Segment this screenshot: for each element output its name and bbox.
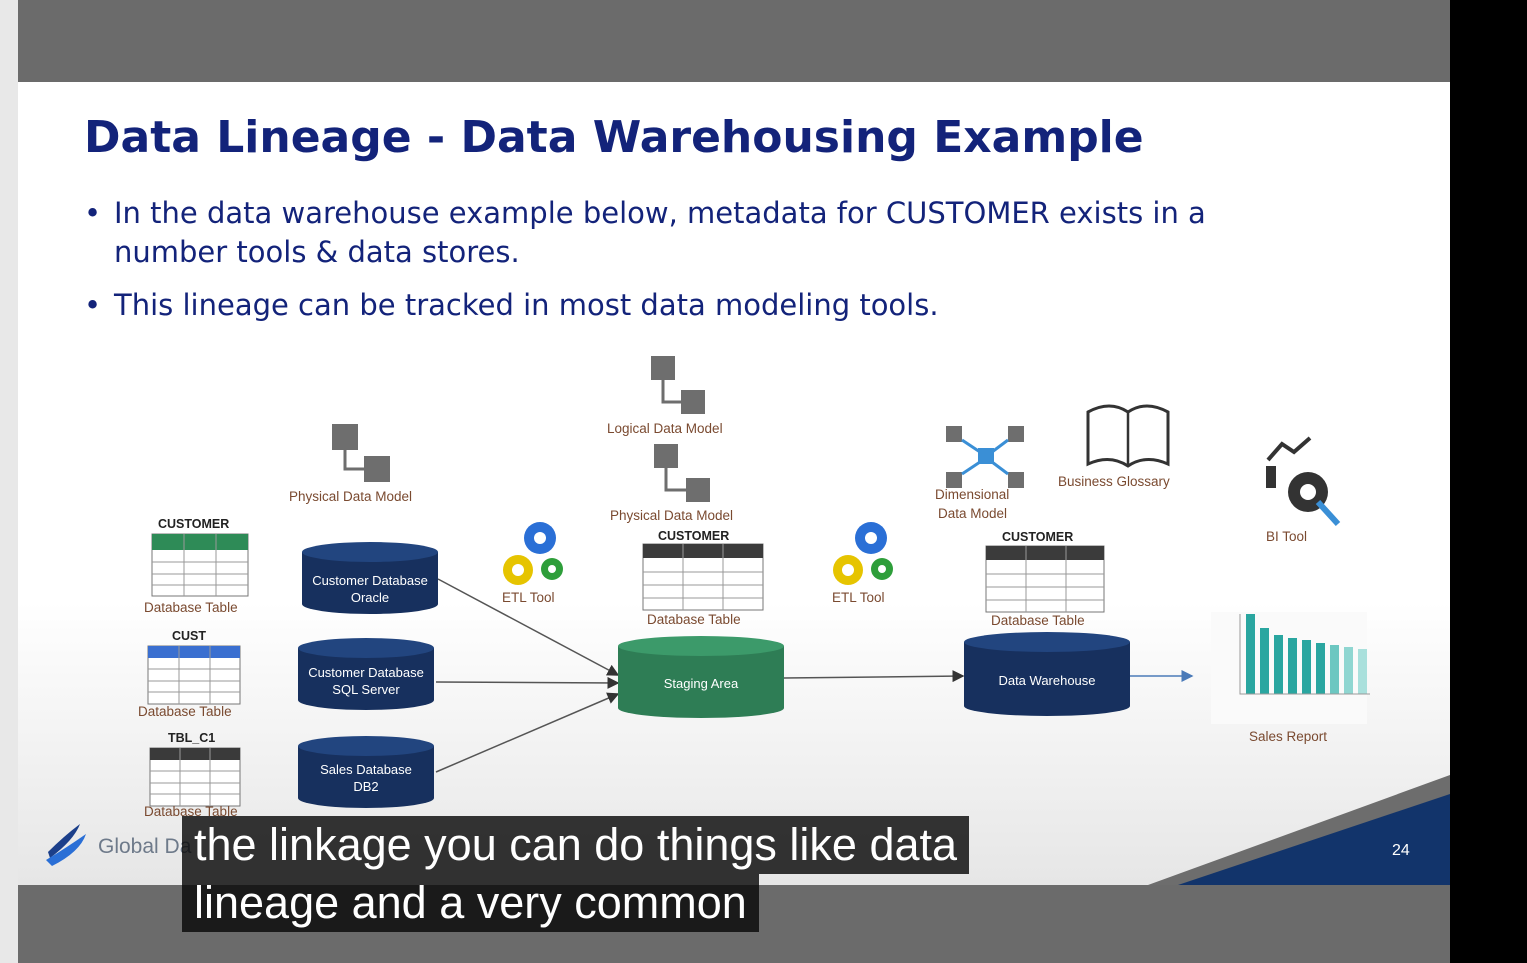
left-edge bbox=[0, 0, 18, 963]
data-warehouse-cylinder: Data Warehouse bbox=[964, 632, 1130, 716]
etl-tool-2: ETL Tool bbox=[832, 522, 893, 605]
video-frame: Data Lineage - Data Warehousing Example … bbox=[0, 0, 1527, 963]
database-name: Sales Database bbox=[320, 762, 412, 777]
table-name: CUSTOMER bbox=[1002, 530, 1073, 544]
table-name: CUST bbox=[172, 629, 206, 643]
global-logo-icon bbox=[46, 824, 86, 866]
staging-table-customer: CUSTOMER Database Table bbox=[642, 529, 764, 627]
glossary-caption: Business Glossary bbox=[1058, 474, 1170, 489]
staging-area-cylinder: Staging Area bbox=[618, 636, 784, 718]
report-bar bbox=[1302, 640, 1311, 694]
model-caption: Physical Data Model bbox=[289, 489, 412, 504]
report-bar bbox=[1246, 614, 1255, 694]
database-cylinder: Customer Database SQL Server bbox=[298, 638, 434, 710]
model-icon bbox=[651, 356, 675, 380]
source-table-tbl-c1: TBL_C1 Database Table bbox=[144, 731, 241, 819]
report-bar bbox=[1330, 645, 1339, 694]
database-cylinder: Sales Database DB2 bbox=[298, 736, 434, 808]
table-header bbox=[152, 534, 248, 550]
table-name: CUSTOMER bbox=[158, 517, 229, 531]
source-table-customer: CUSTOMER Database Table bbox=[144, 517, 249, 615]
report-bar bbox=[1316, 643, 1325, 694]
database-name: Customer Database bbox=[308, 665, 424, 680]
flow-arrow bbox=[435, 676, 620, 689]
etl-tool-1: ETL Tool bbox=[502, 522, 563, 605]
physical-data-model-left: Physical Data Model bbox=[289, 424, 412, 504]
database-name: Customer Database bbox=[312, 573, 428, 588]
physical-data-model-mid: Physical Data Model bbox=[610, 444, 733, 523]
table-header bbox=[643, 544, 763, 558]
database-engine: DB2 bbox=[353, 779, 378, 794]
bi-tool: BI Tool bbox=[1266, 436, 1341, 544]
flow-arrow bbox=[783, 670, 965, 683]
footer-brand: Global Da bbox=[98, 835, 192, 858]
staging-label: Staging Area bbox=[664, 676, 739, 691]
bi-tool-caption: BI Tool bbox=[1266, 529, 1307, 544]
database-engine: Oracle bbox=[351, 590, 389, 605]
model-caption: Data Model bbox=[938, 506, 1007, 521]
table-name: TBL_C1 bbox=[168, 731, 215, 745]
warehouse-table-customer: CUSTOMER Database Table bbox=[985, 530, 1105, 628]
report-bar bbox=[1260, 628, 1269, 694]
table-caption: Database Table bbox=[138, 704, 232, 719]
page-number: 24 bbox=[1392, 842, 1410, 859]
table-header bbox=[148, 646, 240, 658]
slide: Data Lineage - Data Warehousing Example … bbox=[18, 82, 1450, 885]
flow-arrow bbox=[435, 692, 620, 773]
database-cylinder: Customer Database Oracle bbox=[302, 542, 438, 614]
lineage-diagram: CUSTOMER Database Table CUST Database Ta… bbox=[138, 356, 1450, 885]
source-table-cust: CUST Database Table bbox=[138, 629, 241, 719]
model-caption: Dimensional bbox=[935, 487, 1009, 502]
top-letterbox bbox=[18, 0, 1450, 82]
table-name: CUSTOMER bbox=[658, 529, 729, 543]
report-bar bbox=[1274, 635, 1283, 694]
table-header bbox=[150, 748, 240, 760]
bi-tool-icon bbox=[1266, 436, 1312, 462]
model-caption: Logical Data Model bbox=[607, 421, 723, 436]
business-glossary: Business Glossary bbox=[1058, 404, 1170, 489]
table-caption: Database Table bbox=[647, 612, 741, 627]
report-bar bbox=[1344, 647, 1353, 694]
sales-report: Sales Report bbox=[1211, 612, 1370, 744]
subtitle-line: lineage and a very common bbox=[182, 874, 759, 932]
table-caption: Database Table bbox=[991, 613, 1085, 628]
report-bar bbox=[1288, 638, 1297, 694]
warehouse-label: Data Warehouse bbox=[998, 673, 1095, 688]
database-engine: SQL Server bbox=[332, 682, 400, 697]
model-icon bbox=[332, 424, 358, 450]
report-caption: Sales Report bbox=[1249, 729, 1327, 744]
table-caption: Database Table bbox=[144, 600, 238, 615]
logical-data-model: Logical Data Model bbox=[607, 356, 723, 436]
model-caption: Physical Data Model bbox=[610, 508, 733, 523]
etl-caption: ETL Tool bbox=[502, 590, 555, 605]
dimensional-data-model: Dimensional Data Model bbox=[935, 426, 1024, 521]
subtitle-overlay: the linkage you can do things like data … bbox=[182, 816, 970, 932]
etl-caption: ETL Tool bbox=[832, 590, 885, 605]
subtitle-line: the linkage you can do things like data bbox=[182, 816, 970, 874]
model-icon bbox=[654, 444, 678, 468]
table-header bbox=[986, 546, 1104, 560]
report-bar bbox=[1358, 649, 1367, 694]
star-schema-icon bbox=[978, 448, 994, 464]
